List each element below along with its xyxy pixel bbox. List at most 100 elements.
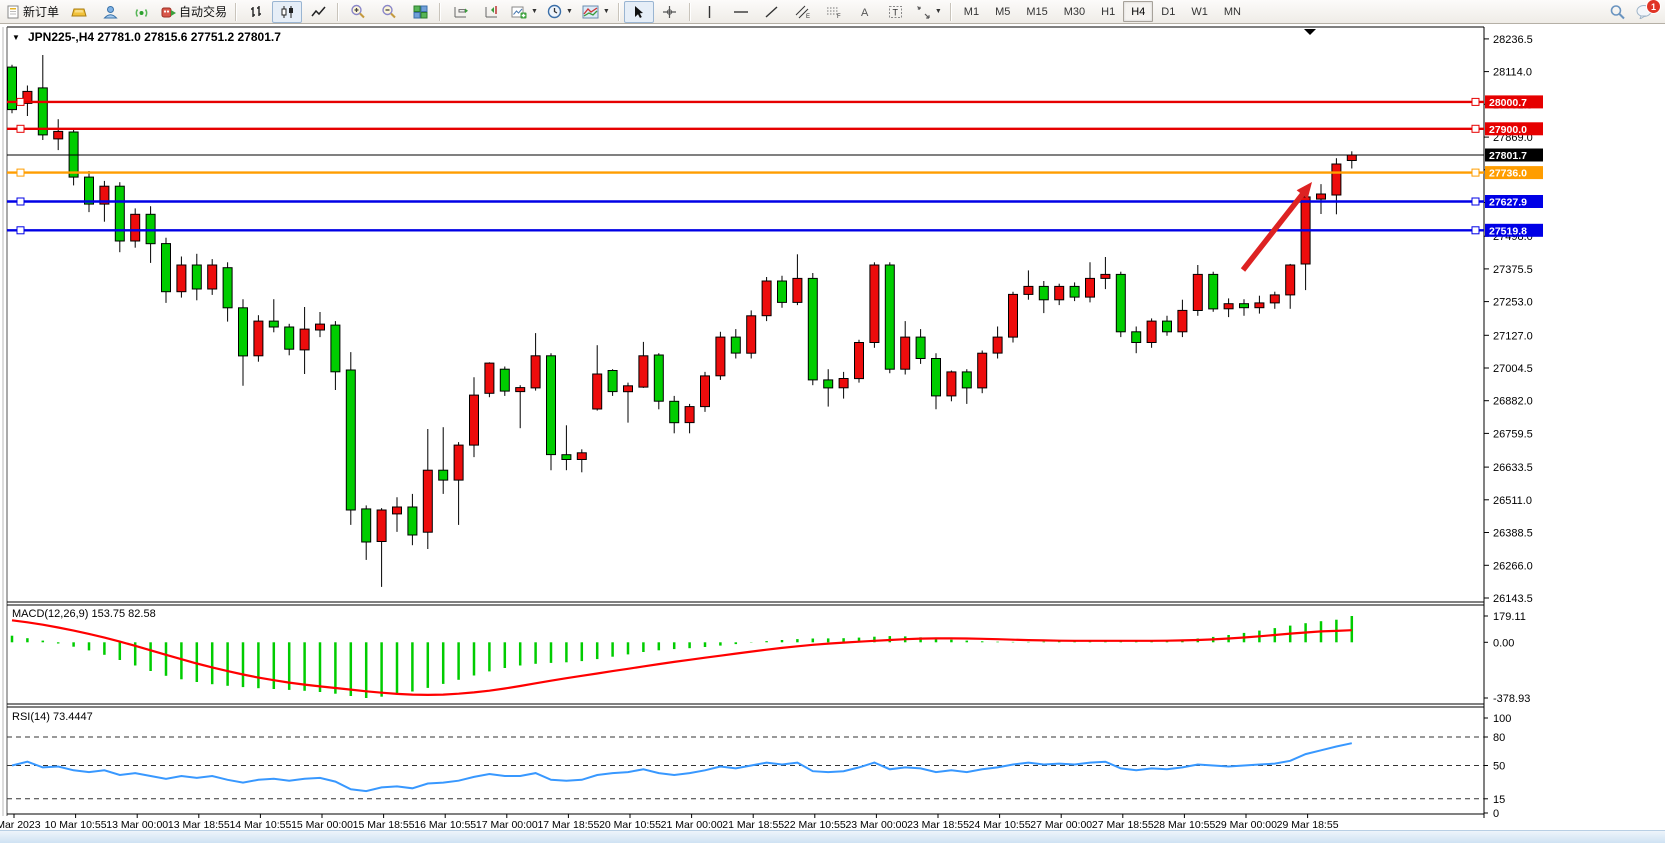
price-tag-label: 27736.0 [1489, 168, 1527, 180]
line-handle[interactable] [1472, 125, 1479, 132]
signals-icon [134, 5, 149, 19]
rsi-axis: 1008050150 [7, 713, 1511, 820]
svg-text:22 Mar 10:55: 22 Mar 10:55 [784, 819, 846, 830]
new-chart-icon [511, 5, 527, 19]
chart-shift-button[interactable] [476, 1, 506, 23]
svg-text:28236.5: 28236.5 [1493, 34, 1533, 46]
horizontal-level-27736.0[interactable]: 27736.0 [7, 166, 1543, 180]
text-tool-button[interactable]: A [850, 1, 880, 23]
cursor-arrow-icon [632, 5, 645, 19]
svg-text:17 Mar 00:00: 17 Mar 00:00 [476, 819, 538, 830]
notifications-button[interactable]: 1 [1636, 4, 1653, 19]
bar-chart-mode-button[interactable] [241, 1, 271, 23]
svg-text:21 Mar 18:55: 21 Mar 18:55 [722, 819, 784, 830]
svg-text:15 Mar 18:55: 15 Mar 18:55 [353, 819, 415, 830]
svg-text:26266.0: 26266.0 [1493, 560, 1533, 572]
price-tag-label: 27519.8 [1489, 225, 1527, 237]
tile-windows-button[interactable] [405, 1, 435, 23]
line-handle[interactable] [1472, 227, 1479, 234]
trendline-tool-button[interactable] [757, 1, 787, 23]
market-depth-button[interactable] [64, 1, 94, 23]
rsi-line [12, 743, 1352, 791]
zoom-in-button[interactable] [343, 1, 373, 23]
timeframe-H1[interactable]: H1 [1093, 1, 1123, 22]
crosshair-tool-button[interactable] [655, 1, 685, 23]
svg-text:27004.5: 27004.5 [1493, 363, 1533, 375]
price-tag-label: 27900.0 [1489, 124, 1527, 136]
timeframe-D1[interactable]: D1 [1153, 1, 1183, 22]
periods-button[interactable]: ▼ [543, 1, 577, 23]
signals-button[interactable] [126, 1, 156, 23]
svg-text:29 Mar 00:00: 29 Mar 00:00 [1215, 819, 1277, 830]
svg-text:-378.93: -378.93 [1493, 693, 1530, 705]
zoom-out-icon [381, 4, 397, 19]
line-handle[interactable] [17, 125, 24, 132]
bottom-strip [0, 830, 1665, 843]
svg-text:28114.0: 28114.0 [1493, 67, 1532, 79]
line-handle[interactable] [17, 169, 24, 176]
auto-scroll-button[interactable] [445, 1, 475, 23]
svg-text:23 Mar 18:55: 23 Mar 18:55 [907, 819, 969, 830]
svg-text:10 Mar 10:55: 10 Mar 10:55 [45, 819, 107, 830]
toolbar-separator [337, 3, 339, 21]
horizontal-level-27519.8[interactable]: 27519.8 [7, 224, 1543, 238]
timeframe-MN[interactable]: MN [1216, 1, 1249, 22]
text-label-icon: T [888, 5, 903, 19]
line-handle[interactable] [17, 198, 24, 205]
time-axis: 9 Mar 202310 Mar 10:5513 Mar 00:0013 Mar… [0, 814, 1339, 830]
equidistant-channel-tool-button[interactable]: E [788, 1, 818, 23]
notification-badge: 1 [1646, 0, 1661, 14]
rsi-pane-label: RSI(14) 73.4447 [12, 711, 93, 723]
timeframe-M15[interactable]: M15 [1018, 1, 1055, 22]
zoom-out-button[interactable] [374, 1, 404, 23]
chart-area[interactable]: 28236.528114.027991.527869.027746.527624… [0, 24, 1665, 830]
line-handle[interactable] [17, 98, 24, 105]
timeframe-H4[interactable]: H4 [1123, 1, 1153, 22]
line-chart-mode-button[interactable] [303, 1, 333, 23]
dropdown-caret-icon: ▼ [603, 8, 610, 15]
gold-ingot-icon [71, 5, 87, 19]
candlestick-mode-button[interactable] [272, 1, 302, 23]
horizontal-level-28000.7[interactable]: 28000.7 [7, 95, 1543, 109]
autotrade-button[interactable]: 自动交易 [157, 1, 231, 23]
svg-text:17 Mar 18:55: 17 Mar 18:55 [537, 819, 599, 830]
line-handle[interactable] [1472, 198, 1479, 205]
fibonacci-tool-button[interactable]: F [819, 1, 849, 23]
svg-text:26511.0: 26511.0 [1493, 495, 1532, 507]
cursor-tool-button[interactable] [624, 1, 654, 23]
toolbar-separator [439, 3, 441, 21]
vertical-line-tool-button[interactable] [695, 1, 725, 23]
chart-shift-marker-icon[interactable] [1304, 29, 1316, 35]
svg-text:27253.0: 27253.0 [1493, 297, 1533, 309]
svg-text:A: A [861, 7, 869, 19]
horizontal-level-27627.9[interactable]: 27627.9 [7, 195, 1543, 209]
timeframe-W1[interactable]: W1 [1183, 1, 1216, 22]
arrows-icon [916, 5, 931, 19]
arrows-tool-button[interactable]: ▼ [912, 1, 946, 23]
svg-text:27 Mar 00:00: 27 Mar 00:00 [1030, 819, 1092, 830]
new-order-button[interactable]: 新订单 [2, 1, 63, 23]
timeframe-M30[interactable]: M30 [1056, 1, 1093, 22]
timeframe-M1[interactable]: M1 [956, 1, 987, 22]
line-handle[interactable] [1472, 169, 1479, 176]
new-chart-button[interactable]: ▼ [507, 1, 542, 23]
svg-text:80: 80 [1493, 732, 1505, 744]
crosshair-icon [662, 5, 677, 19]
community-button[interactable] [95, 1, 125, 23]
svg-text:179.11: 179.11 [1493, 611, 1526, 623]
search-icon[interactable] [1609, 4, 1626, 20]
timeframe-M5[interactable]: M5 [987, 1, 1018, 22]
horizontal-line-tool-button[interactable] [726, 1, 756, 23]
vertical-line-icon [704, 5, 715, 19]
templates-button[interactable]: ▼ [578, 1, 614, 23]
symbol-dropdown-icon[interactable]: ▼ [12, 33, 20, 42]
tile-windows-icon [413, 5, 428, 19]
svg-text:26882.0: 26882.0 [1493, 396, 1533, 408]
fibonacci-icon: F [826, 5, 842, 19]
line-handle[interactable] [17, 227, 24, 234]
svg-text:24 Mar 10:55: 24 Mar 10:55 [969, 819, 1031, 830]
dropdown-caret-icon: ▼ [566, 8, 573, 15]
line-handle[interactable] [1472, 98, 1479, 105]
horizontal-level-27900.0[interactable]: 27900.0 [7, 122, 1543, 136]
label-tool-button[interactable]: T [881, 1, 911, 23]
